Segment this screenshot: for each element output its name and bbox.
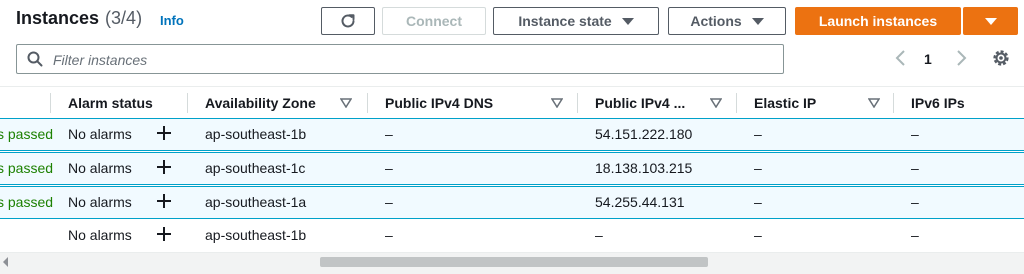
- refresh-button[interactable]: [321, 7, 375, 35]
- instance-state-button[interactable]: Instance state: [493, 7, 659, 35]
- column-divider: [736, 93, 737, 113]
- availability-zone: ap-southeast-1b: [205, 126, 307, 142]
- launch-instances-label: Launch instances: [818, 13, 938, 29]
- alarm-status: No alarms: [68, 194, 132, 210]
- table-row[interactable]: s passed No alarms ap-southeast-1b – 54.…: [0, 118, 1024, 151]
- elastic-ip: –: [754, 194, 762, 210]
- actions-label: Actions: [690, 13, 742, 29]
- status-check: s passed: [0, 160, 54, 176]
- horizontal-scrollbar[interactable]: [0, 252, 1024, 274]
- availability-zone: ap-southeast-1a: [205, 194, 307, 210]
- scrollbar-thumb[interactable]: [320, 257, 708, 267]
- col-public-ipv4[interactable]: Public IPv4 ...: [595, 95, 685, 111]
- plus-icon[interactable]: [155, 124, 173, 142]
- search-icon: [27, 51, 43, 67]
- public-ipv4: 18.138.103.215: [595, 160, 693, 176]
- instance-state-label: Instance state: [518, 13, 612, 29]
- launch-options-dropdown[interactable]: [963, 7, 1018, 35]
- status-check: s passed: [0, 126, 54, 142]
- plus-icon[interactable]: [155, 158, 173, 176]
- table-row[interactable]: No alarms ap-southeast-1b – – – –: [0, 220, 1024, 253]
- table-header: Alarm status Availability Zone Public IP…: [0, 86, 1024, 120]
- elastic-ip: –: [754, 126, 762, 142]
- alarm-status: No alarms: [68, 160, 132, 176]
- public-ipv4: –: [595, 227, 603, 243]
- elastic-ip: –: [754, 160, 762, 176]
- col-ipv6-ips[interactable]: IPv6 IPs: [911, 95, 965, 111]
- col-elastic-ip[interactable]: Elastic IP: [754, 95, 816, 111]
- caret-down-icon: [621, 17, 634, 25]
- filter-triangle-icon[interactable]: [340, 98, 352, 108]
- public-ipv4-dns: –: [385, 126, 393, 142]
- info-link[interactable]: Info: [160, 13, 184, 28]
- caret-down-icon: [751, 17, 764, 25]
- refresh-icon: [341, 14, 355, 28]
- table-row[interactable]: s passed No alarms ap-southeast-1c – 18.…: [0, 152, 1024, 185]
- table-row[interactable]: s passed No alarms ap-southeast-1a – 54.…: [0, 186, 1024, 219]
- page-title-text: Instances: [16, 8, 100, 28]
- column-divider: [577, 93, 578, 113]
- public-ipv4-dns: –: [385, 227, 393, 243]
- scroll-left-arrow-icon[interactable]: [3, 257, 8, 267]
- filter-triangle-icon[interactable]: [868, 98, 880, 108]
- filter-search-box[interactable]: [16, 44, 784, 74]
- connect-button-label: Connect: [406, 13, 462, 29]
- plus-icon[interactable]: [155, 192, 173, 210]
- ipv6-ips: –: [911, 227, 919, 243]
- column-divider: [50, 93, 51, 113]
- ipv6-ips: –: [911, 194, 919, 210]
- page-number[interactable]: 1: [924, 51, 932, 67]
- gear-icon[interactable]: [990, 47, 1012, 69]
- chevron-left-icon[interactable]: [890, 47, 912, 69]
- col-availability-zone[interactable]: Availability Zone: [205, 95, 316, 111]
- instance-count: (3/4): [105, 8, 143, 28]
- caret-down-icon: [984, 17, 997, 25]
- alarm-status: No alarms: [68, 227, 132, 243]
- page-title: Instances (3/4): [16, 8, 142, 29]
- chevron-right-icon[interactable]: [950, 47, 972, 69]
- ipv6-ips: –: [911, 126, 919, 142]
- public-ipv4-dns: –: [385, 194, 393, 210]
- availability-zone: ap-southeast-1b: [205, 227, 307, 243]
- instances-header: Instances (3/4) Info Connect Instance sta…: [0, 0, 1024, 40]
- column-divider: [187, 93, 188, 113]
- alarm-status: No alarms: [68, 126, 132, 142]
- column-divider: [893, 93, 894, 113]
- ipv6-ips: –: [911, 160, 919, 176]
- public-ipv4: 54.255.44.131: [595, 194, 685, 210]
- col-alarm-status[interactable]: Alarm status: [68, 95, 153, 111]
- availability-zone: ap-southeast-1c: [205, 160, 306, 176]
- plus-icon[interactable]: [155, 225, 173, 243]
- column-divider: [367, 93, 368, 113]
- public-ipv4-dns: –: [385, 160, 393, 176]
- filter-triangle-icon[interactable]: [710, 98, 722, 108]
- search-input[interactable]: [51, 49, 755, 71]
- col-public-ipv4-dns[interactable]: Public IPv4 DNS: [385, 95, 493, 111]
- connect-button[interactable]: Connect: [382, 7, 486, 35]
- elastic-ip: –: [754, 227, 762, 243]
- status-check: s passed: [0, 194, 54, 210]
- actions-button[interactable]: Actions: [668, 7, 786, 35]
- public-ipv4: 54.151.222.180: [595, 126, 693, 142]
- launch-instances-button[interactable]: Launch instances: [795, 7, 961, 35]
- filter-triangle-icon[interactable]: [551, 98, 563, 108]
